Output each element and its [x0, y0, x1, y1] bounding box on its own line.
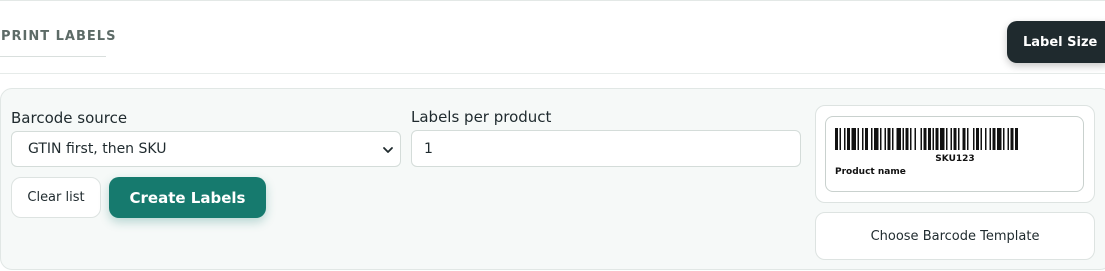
barcode-bar [920, 128, 922, 150]
barcode-bar [980, 128, 982, 150]
choose-barcode-template-button[interactable]: Choose Barcode Template [815, 212, 1095, 260]
chevron-down-icon [383, 147, 393, 153]
barcode-bar [962, 128, 966, 150]
title-underline [0, 56, 106, 57]
barcode-bar [1003, 128, 1005, 150]
barcode-bar [967, 128, 969, 150]
barcode-source-label: Barcode source [11, 109, 128, 127]
barcode-bar [905, 128, 909, 150]
header-divider [0, 73, 1105, 74]
barcode-bar [973, 128, 975, 150]
barcode-bar [1015, 128, 1018, 150]
barcode-sku: SKU123 [935, 154, 975, 164]
barcode-bar [896, 128, 901, 150]
barcode-bar [839, 128, 841, 150]
barcode-bar [871, 128, 873, 150]
barcode-bar [997, 128, 1002, 150]
barcode-bar [923, 128, 927, 150]
barcode-bar [940, 128, 945, 150]
barcode-bar [857, 128, 859, 150]
barcode-bar [1010, 128, 1014, 150]
barcode-bar [985, 128, 987, 150]
barcode-bar [950, 128, 952, 150]
barcode-bar [946, 128, 948, 150]
barcode-bar [844, 128, 846, 150]
labels-per-product-input[interactable]: 1 [411, 130, 801, 167]
barcode-bar [835, 128, 838, 150]
labels-per-product-label: Labels per product [411, 108, 552, 126]
barcode-bar [976, 128, 979, 150]
barcode-bar [958, 128, 960, 150]
barcode-bar [884, 128, 886, 150]
label-size-button[interactable]: Label Size [1007, 21, 1105, 63]
barcode-icon [835, 128, 1018, 150]
page-title: PRINT LABELS [1, 29, 117, 44]
barcode-bar [935, 128, 939, 150]
barcode-bar [902, 128, 904, 150]
barcode-bar [914, 128, 916, 150]
barcode-bar [887, 128, 891, 150]
barcode-bar [953, 128, 957, 150]
labels-per-product-value: 1 [424, 140, 433, 157]
barcode-bar [910, 128, 912, 150]
barcode-bar [865, 128, 868, 150]
barcode-source-select[interactable]: GTIN first, then SKU [11, 131, 401, 167]
clear-list-button[interactable]: Clear list [11, 177, 101, 218]
barcode-bar [851, 128, 856, 150]
barcode-source-value: GTIN first, then SKU [28, 141, 167, 157]
barcode-bar [892, 128, 894, 150]
barcode-bar [989, 128, 991, 150]
barcode-bar [847, 128, 850, 150]
barcode-bar [862, 128, 864, 150]
print-labels-page: PRINT LABELS Label Size Barcode source G… [0, 0, 1105, 271]
barcode-bar [992, 128, 996, 150]
barcode-bar [932, 128, 934, 150]
product-name: Product name [835, 167, 906, 177]
barcode-bar [1007, 128, 1009, 150]
create-labels-button[interactable]: Create Labels [109, 177, 266, 218]
barcode-bar [928, 128, 931, 150]
barcode-bar [874, 128, 879, 150]
top-divider [0, 0, 1105, 1]
barcode-bar [880, 128, 882, 150]
